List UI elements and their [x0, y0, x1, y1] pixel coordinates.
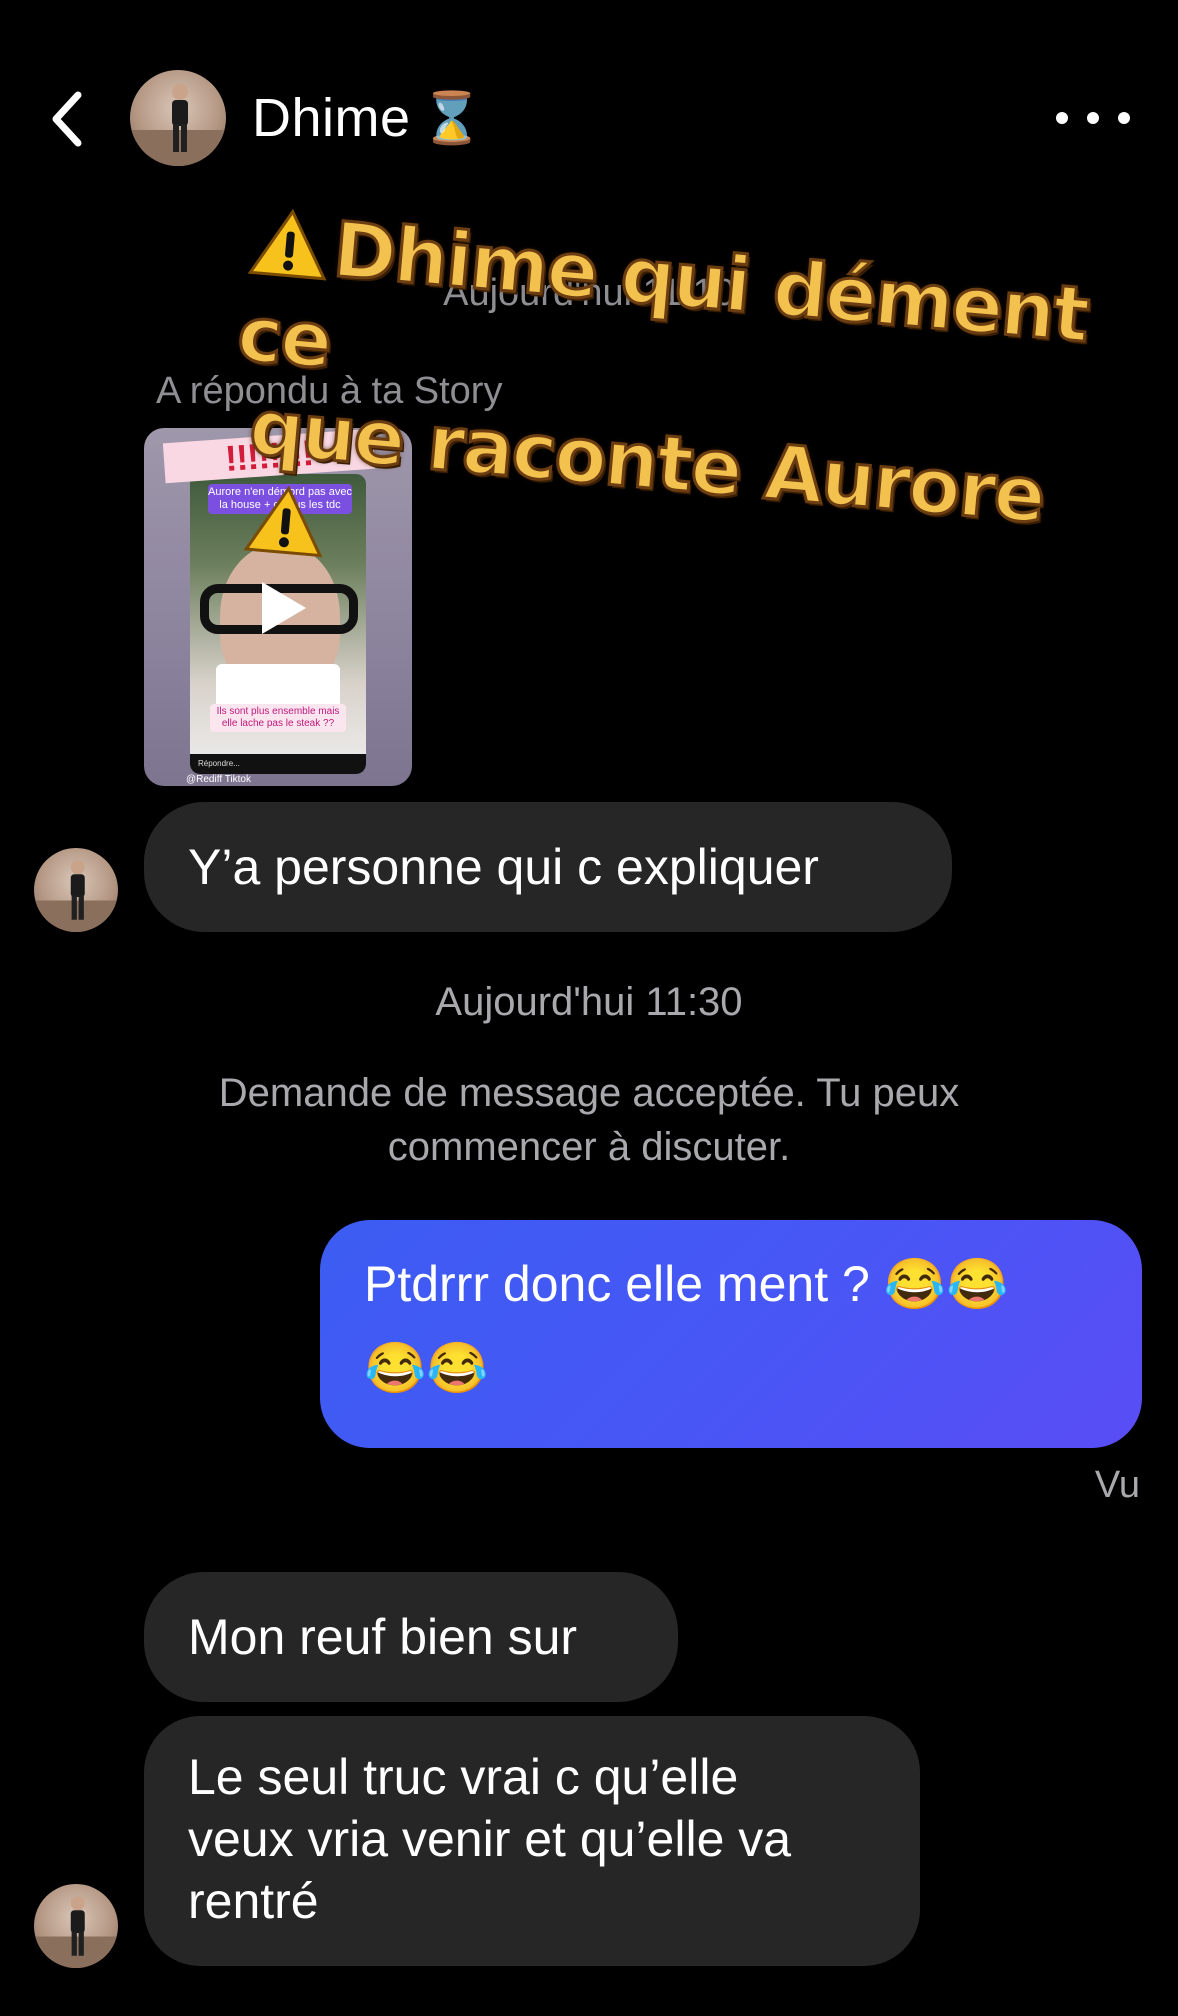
message-text: Ptdrrr donc elle ment ? — [364, 1256, 870, 1312]
dot-icon — [1118, 112, 1130, 124]
laughing-emoji-icon: 😂 — [426, 1340, 489, 1396]
person-photo — [34, 860, 118, 932]
system-message-line: commencer à discuter. — [387, 1125, 791, 1169]
timestamp: Aujourd'hui 11:30 — [435, 980, 743, 1024]
dot-icon — [1056, 112, 1068, 124]
warning-icon — [247, 208, 327, 281]
message-text-line: Le seul truc vrai c qu’elle — [188, 1749, 739, 1805]
chevron-left-icon — [52, 91, 82, 147]
overlay-line1: Dhime qui dément ce — [233, 203, 1093, 387]
warning-icon — [243, 485, 323, 558]
system-message-line: Demande de message acceptée. Tu peux — [218, 1071, 960, 1115]
incoming-message[interactable]: Le seul truc vrai c qu’elle veux vria ve… — [144, 1716, 920, 1966]
message-text-line: veux vria venir et qu’elle va — [188, 1811, 792, 1867]
back-button[interactable] — [40, 84, 92, 154]
contact-name-row[interactable]: Dhime ⌛ — [252, 86, 483, 150]
message-text: Y’a personne qui c expliquer — [188, 839, 819, 895]
more-options-button[interactable] — [1056, 100, 1130, 136]
laughing-emoji-icon: 😂 — [945, 1256, 1009, 1312]
person-photo — [34, 1896, 118, 1968]
incoming-message[interactable]: Y’a personne qui c expliquer — [144, 802, 952, 932]
laughing-emoji-icon: 😂 — [883, 1256, 946, 1312]
dot-icon — [1087, 112, 1099, 124]
hourglass-icon: ⌛ — [420, 89, 484, 146]
contact-name: Dhime — [252, 88, 411, 148]
outgoing-message[interactable]: Ptdrrr donc elle ment ? 😂😂 😂😂 — [320, 1220, 1142, 1448]
story-credit: @Rediff Tiktok — [186, 774, 251, 785]
overlay-line2: que raconte Aurore — [245, 381, 1049, 542]
seen-indicator: Vu — [1094, 1464, 1140, 1506]
incoming-message[interactable]: Mon reuf bien sur — [144, 1572, 678, 1702]
story-caption-bottom: Ils sont plus ensemble mais elle lache p… — [210, 704, 346, 732]
contact-avatar[interactable] — [130, 70, 226, 166]
person-photo — [130, 84, 226, 166]
play-icon[interactable] — [248, 576, 312, 640]
laughing-emoji-icon: 😂 — [364, 1340, 427, 1396]
story-reply-bar: Répondre... — [190, 754, 366, 774]
sender-avatar[interactable] — [34, 1884, 118, 1968]
message-text-line: rentré — [188, 1873, 319, 1929]
system-message: Demande de message acceptée. Tu peux com… — [0, 1066, 1178, 1174]
sender-avatar[interactable] — [34, 848, 118, 932]
message-text: Mon reuf bien sur — [188, 1609, 578, 1665]
overlay-caption: Dhime qui dément ce que raconte Aurore — [218, 196, 1127, 639]
